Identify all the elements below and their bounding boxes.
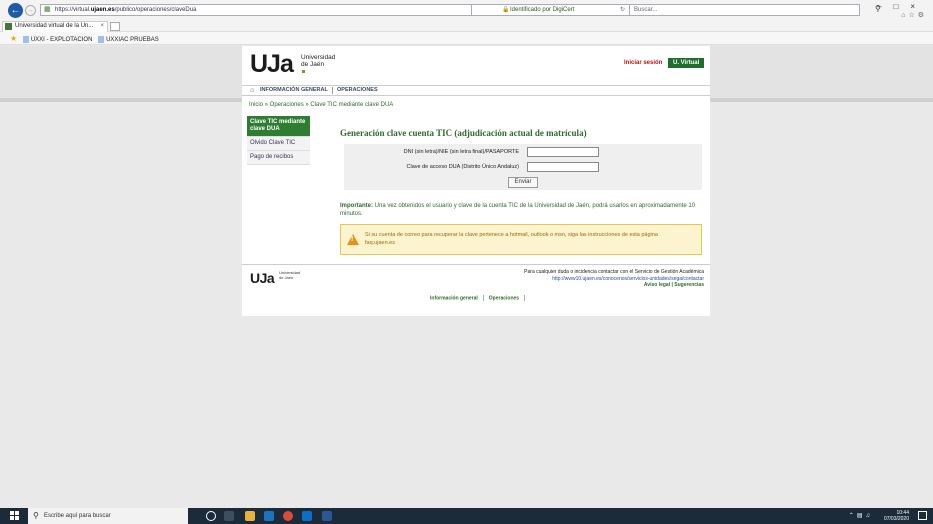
lock-icon: 🔒 xyxy=(502,7,510,13)
footer-contact: Para cualquier duda o incidencia contact… xyxy=(474,269,704,289)
url-suffix: /publico/operaciones/claveDua xyxy=(114,7,197,13)
important-text: Una vez obtenidos el usuario y clave de … xyxy=(340,203,696,217)
back-arrow-icon[interactable]: ← xyxy=(8,3,23,18)
footer-divider xyxy=(524,295,526,301)
tray-icons[interactable]: ⌃▤♫ xyxy=(849,512,873,519)
search-icon: ⚲ xyxy=(33,511,39,520)
new-tab-button[interactable] xyxy=(110,22,120,31)
favorites-bar: ★ UXXI - EXPLOTACION UXXIAC PRUEBAS xyxy=(0,32,933,45)
footer-links: Información general Operaciones xyxy=(430,295,530,301)
breadcrumb[interactable]: Inicio » Operaciones » Clave TIC mediant… xyxy=(249,102,393,108)
page-icon xyxy=(22,35,29,43)
notification-icon[interactable] xyxy=(918,511,927,520)
cert-label: Identificado por DigiCert xyxy=(510,7,575,13)
chrome-icon[interactable] xyxy=(283,511,293,521)
taskbar-search-input[interactable]: ⚲ Escribe aquí para buscar xyxy=(28,508,188,524)
forward-arrow-icon[interactable]: → xyxy=(25,5,36,16)
reload-icon[interactable]: ↻ xyxy=(620,5,625,15)
sidebar: Clave TIC mediante clave DUA Olvido Clav… xyxy=(247,116,310,165)
site-footer: UJa Universidad de Jaén Para cualquier d… xyxy=(242,264,710,316)
footer-divider xyxy=(482,295,484,301)
footer-link-info[interactable]: Información general xyxy=(430,295,478,301)
url-domain: ujaen.es xyxy=(90,7,115,13)
browser-search-input[interactable]: Buscar... xyxy=(630,4,860,16)
nav-item-info[interactable]: INFORMACIÓN GENERAL xyxy=(260,86,328,95)
main-nav: ⌂ INFORMACIÓN GENERAL OPERACIONES xyxy=(242,85,710,96)
page-background: UJa Universidad de Jaén Iniciar sesión U… xyxy=(0,46,933,508)
site-container: UJa Universidad de Jaén Iniciar sesión U… xyxy=(242,46,710,316)
virtual-button[interactable]: U. Virtual xyxy=(668,58,705,68)
nav-item-operations[interactable]: OPERACIONES xyxy=(337,86,378,95)
dua-label: Clave de acceso DUA (Distrito Único Anda… xyxy=(406,164,520,170)
nav-divider xyxy=(332,87,333,94)
warning-box: ! Si su cuenta de correo para recuperar … xyxy=(340,224,702,255)
tab-title: Universidad virtual de la Un... xyxy=(15,23,94,29)
url-prefix: https://virtual. xyxy=(55,7,91,13)
warning-text: Si su cuenta de correo para recuperar la… xyxy=(365,231,695,247)
footer-logo-caption: Universidad de Jaén xyxy=(279,270,301,280)
windows-start-icon[interactable] xyxy=(10,511,20,521)
submit-button[interactable]: Enviar xyxy=(508,177,538,188)
windows-taskbar: ⚲ Escribe aquí para buscar ⌃▤♫ 10:44 07/… xyxy=(0,508,933,524)
site-header: UJa Universidad de Jaén Iniciar sesión U… xyxy=(242,46,710,80)
warning-icon: ! xyxy=(347,234,359,245)
footer-link-operations[interactable]: Operaciones xyxy=(489,295,519,301)
important-label: Importante: xyxy=(340,203,373,209)
important-note: Importante: Una vez obtenidos el usuario… xyxy=(340,202,702,218)
sidebar-item-clave-dua[interactable]: Clave TIC mediante clave DUA xyxy=(247,116,310,137)
cortana-icon[interactable] xyxy=(206,511,216,521)
favorites-star-icon[interactable]: ★ xyxy=(10,34,17,43)
word-icon[interactable] xyxy=(322,511,332,521)
internet-explorer-icon[interactable] xyxy=(264,511,274,521)
window-controls[interactable]: –□× xyxy=(877,2,927,11)
outlook-icon[interactable] xyxy=(302,511,312,521)
browser-tab[interactable]: Universidad virtual de la Un... × xyxy=(2,21,108,32)
dni-label: DNI (sin letra)/NIE (sin letra final)/PA… xyxy=(403,149,519,155)
faq-link[interactable]: faq.ujaen.es xyxy=(365,239,695,247)
page-title: Generación clave cuenta TIC (adjudicació… xyxy=(340,128,587,138)
form-box: DNI (sin letra)/NIE (sin letra final)/PA… xyxy=(344,144,702,190)
clock[interactable]: 10:44 07/03/2020 xyxy=(884,510,909,522)
browser-titlebar: ← → ▦ https://virtual.ujaen.es/publico/o… xyxy=(0,0,933,20)
page-icon xyxy=(98,35,105,43)
address-bar[interactable]: ▦ https://virtual.ujaen.es/publico/opera… xyxy=(40,4,472,16)
dua-input[interactable] xyxy=(527,162,599,172)
file-explorer-icon[interactable] xyxy=(245,511,255,521)
logo-square xyxy=(302,70,305,73)
certificate-indicator[interactable]: 🔒 Identificado por DigiCert ↻ xyxy=(472,4,630,16)
sidebar-item-pago[interactable]: Pago de recibos xyxy=(247,151,310,165)
task-view-icon[interactable] xyxy=(224,511,234,521)
footer-logo[interactable]: UJa xyxy=(250,271,275,285)
uja-logo[interactable]: UJa xyxy=(250,52,294,77)
close-tab-icon[interactable]: × xyxy=(100,22,104,31)
dni-input[interactable] xyxy=(527,147,599,157)
home-icon[interactable]: ⌂ xyxy=(250,86,254,95)
logo-caption: Universidad de Jaén xyxy=(301,54,336,68)
legal-links[interactable]: Aviso legal | Sugerencias xyxy=(474,282,704,289)
tab-favicon-icon xyxy=(5,23,12,30)
login-button[interactable]: Iniciar sesión xyxy=(622,59,664,68)
home-star-gear-icons[interactable]: ⌂☆⚙ xyxy=(901,11,927,19)
site-icon: ▦ xyxy=(44,6,51,13)
tab-bar: Universidad virtual de la Un... × xyxy=(0,20,933,32)
sidebar-item-olvido[interactable]: Olvido Clave TIC xyxy=(247,137,310,151)
